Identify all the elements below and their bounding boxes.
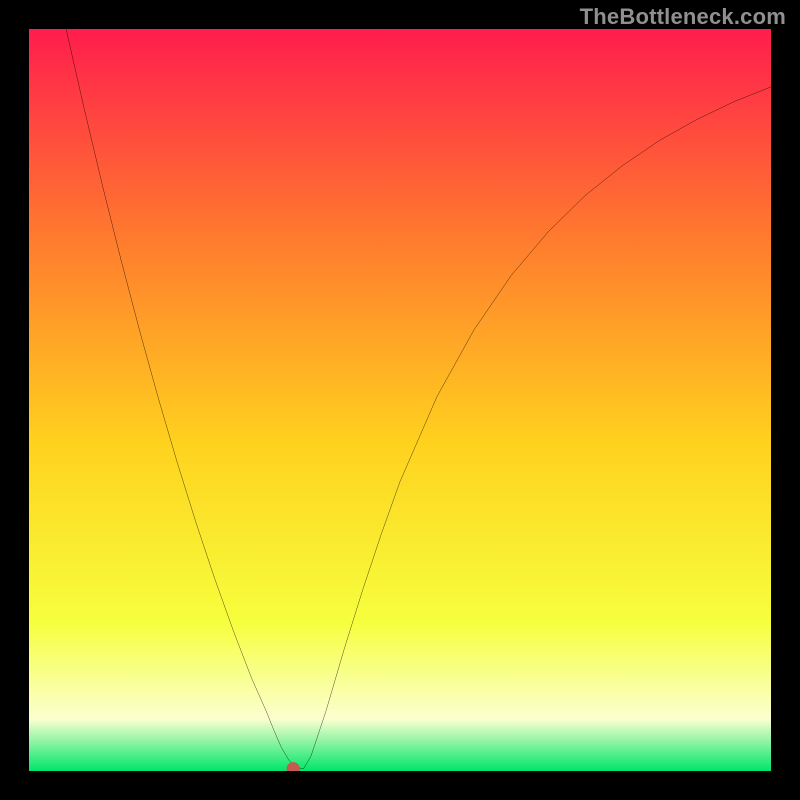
chart-frame: TheBottleneck.com <box>0 0 800 800</box>
bottleneck-chart <box>29 29 771 771</box>
watermark-text: TheBottleneck.com <box>580 4 786 30</box>
